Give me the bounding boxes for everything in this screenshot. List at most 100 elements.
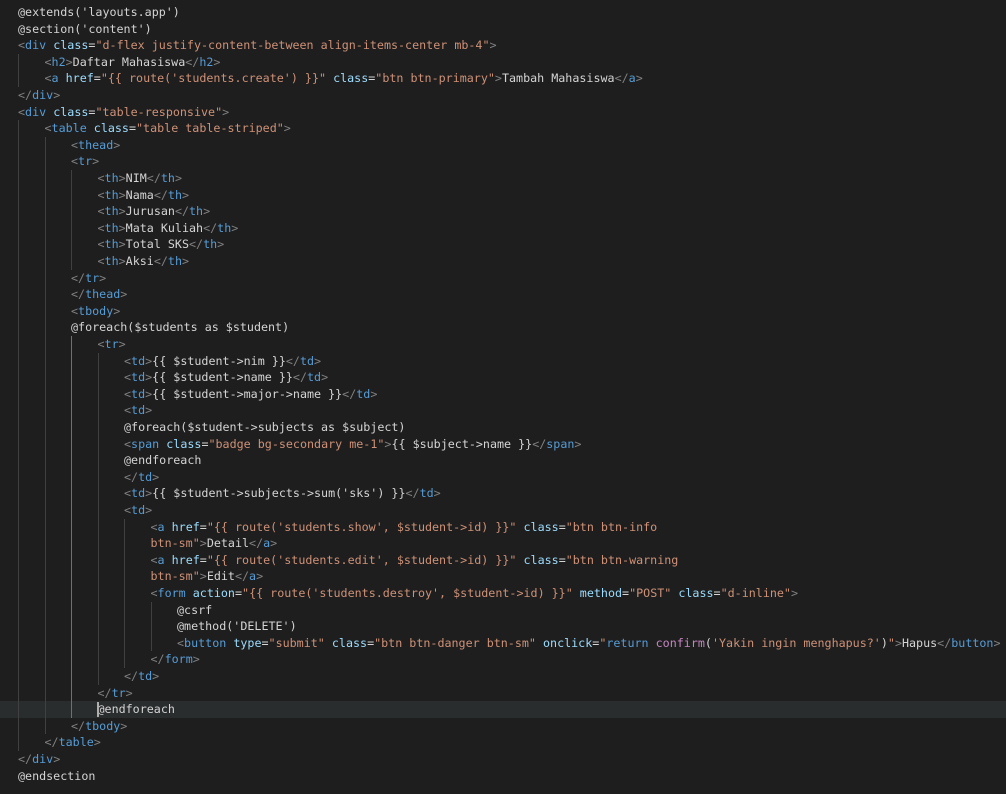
code-token: Aksi <box>125 254 154 268</box>
code-line[interactable]: <a href="{{ route('students.create') }}"… <box>18 70 643 87</box>
code-line[interactable]: @endforeach <box>0 701 1006 718</box>
code-line[interactable]: </td> <box>18 668 159 685</box>
code-token: < <box>97 187 105 202</box>
code-line[interactable]: </tr> <box>18 685 133 702</box>
code-token: @foreach($students as $student) <box>71 320 290 335</box>
code-token: td <box>299 353 315 368</box>
code-line[interactable]: @section('content') <box>18 21 152 38</box>
code-line-text: <tbody> <box>71 303 120 320</box>
code-line[interactable]: <a href="{{ route('students.show', $stud… <box>18 519 658 536</box>
code-line[interactable]: <div class="d-flex justify-content-betwe… <box>18 37 497 54</box>
code-token: </ <box>124 469 139 484</box>
code-line[interactable]: </div> <box>18 751 60 768</box>
code-token: </ <box>124 669 139 683</box>
code-token: </ <box>18 88 33 102</box>
code-line[interactable]: </div> <box>18 87 60 104</box>
code-line[interactable]: @endsection <box>18 768 95 785</box>
indent-guide <box>150 601 152 652</box>
code-token: Detail <box>206 536 250 551</box>
code-line[interactable]: <td>{{ $student->nim }}</td> <box>18 353 321 370</box>
code-token: > <box>152 469 160 484</box>
code-token: td <box>419 486 434 501</box>
code-token: = <box>713 586 721 600</box>
code-line[interactable]: <th>Mata Kuliah</th> <box>18 220 239 237</box>
code-line[interactable]: btn-sm">Edit</a> <box>18 568 264 585</box>
code-token: btn-sm" <box>150 569 200 584</box>
code-token: confirm <box>655 635 705 650</box>
code-token: th <box>104 171 119 185</box>
code-token: span <box>546 436 575 451</box>
code-token: </ <box>405 486 420 501</box>
code-line[interactable]: <th>Total SKS</th> <box>18 236 225 253</box>
code-line[interactable]: <thead> <box>18 137 120 154</box>
code-line[interactable]: </thead> <box>18 286 127 303</box>
code-line[interactable]: <tbody> <box>18 303 120 320</box>
code-token: td <box>131 353 146 368</box>
code-line-text: <div class="d-flex justify-content-betwe… <box>18 37 497 54</box>
code-line[interactable]: <h2>Daftar Mahasiswa</h2> <box>18 54 221 71</box>
indent-guide <box>97 352 99 685</box>
code-token: @foreach($student->subjects as $subject) <box>124 420 406 434</box>
code-line[interactable]: @method('DELETE') <box>18 618 297 635</box>
code-line[interactable]: @foreach($student->subjects as $subject) <box>18 419 405 436</box>
code-line-text: <th>Mata Kuliah</th> <box>98 220 239 237</box>
code-line[interactable]: </tr> <box>18 270 106 287</box>
code-line-text: @endforeach <box>80 701 175 718</box>
code-line[interactable]: <table class="table table-striped"> <box>18 120 291 137</box>
code-line-text: </div> <box>18 751 60 768</box>
code-token: "POST" <box>629 586 672 600</box>
code-line[interactable]: <form action="{{ route('students.destroy… <box>18 585 799 602</box>
code-line-text: <td>{{ $student->major->name }}</td> <box>124 386 377 403</box>
code-editor[interactable]: @extends('layouts.app') @section('content… <box>0 0 1006 794</box>
code-line[interactable]: <td> <box>18 402 152 419</box>
code-line[interactable]: <td>{{ $student->subjects->sum('sks') }}… <box>18 485 441 502</box>
code-line[interactable]: <a href="{{ route('students.edit', $stud… <box>18 552 679 569</box>
code-line[interactable]: @extends('layouts.app') <box>18 4 180 21</box>
code-line[interactable]: <th>Jurusan</th> <box>18 203 211 220</box>
code-line[interactable]: <button type="submit" class="btn btn-dan… <box>18 635 1001 652</box>
code-token: button <box>184 635 227 650</box>
code-token: class <box>333 71 369 86</box>
code-line[interactable]: </tbody> <box>18 718 127 735</box>
code-token: td <box>138 669 153 683</box>
code-token: a <box>51 71 59 86</box>
code-line[interactable]: <span class="badge bg-secondary me-1">{{… <box>18 436 581 453</box>
code-line[interactable]: @endforeach <box>18 452 201 469</box>
code-token: > <box>489 38 497 53</box>
code-line-text: <a href="{{ route('students.show', $stud… <box>151 519 658 536</box>
code-token: < <box>97 204 105 219</box>
code-token: td <box>306 370 322 385</box>
code-token: < <box>124 486 132 501</box>
code-line[interactable]: @foreach($students as $student) <box>18 319 289 336</box>
code-line[interactable]: btn-sm">Detail</a> <box>18 535 278 552</box>
code-line[interactable]: <td>{{ $student->name }}</td> <box>18 369 328 386</box>
code-line-text: <td> <box>124 502 152 519</box>
code-line-text: <tr> <box>98 336 126 353</box>
code-line[interactable]: <div class="table-responsive"> <box>18 104 229 121</box>
code-line[interactable]: @csrf <box>18 602 212 619</box>
code-line[interactable]: </table> <box>18 734 101 751</box>
code-line-text: <a href="{{ route('students.create') }}"… <box>45 70 643 87</box>
code-line[interactable]: <td> <box>18 502 152 519</box>
code-token: th <box>167 187 182 202</box>
code-line[interactable]: <th>NIM</th> <box>18 170 183 187</box>
code-line[interactable]: </td> <box>18 469 159 486</box>
code-token: = <box>128 121 137 136</box>
code-token: th <box>104 237 119 252</box>
code-token: </ <box>203 220 218 235</box>
code-token: @extends('layouts.app') <box>18 5 180 19</box>
code-line[interactable]: <tr> <box>18 153 99 170</box>
code-token: class <box>523 519 559 534</box>
code-token: th <box>189 204 204 219</box>
code-token: a <box>628 71 636 86</box>
code-token: td <box>356 386 371 401</box>
code-token: > <box>370 386 378 401</box>
code-token: > <box>118 254 126 268</box>
code-line-text: <thead> <box>71 137 120 154</box>
code-token: > <box>152 669 160 683</box>
